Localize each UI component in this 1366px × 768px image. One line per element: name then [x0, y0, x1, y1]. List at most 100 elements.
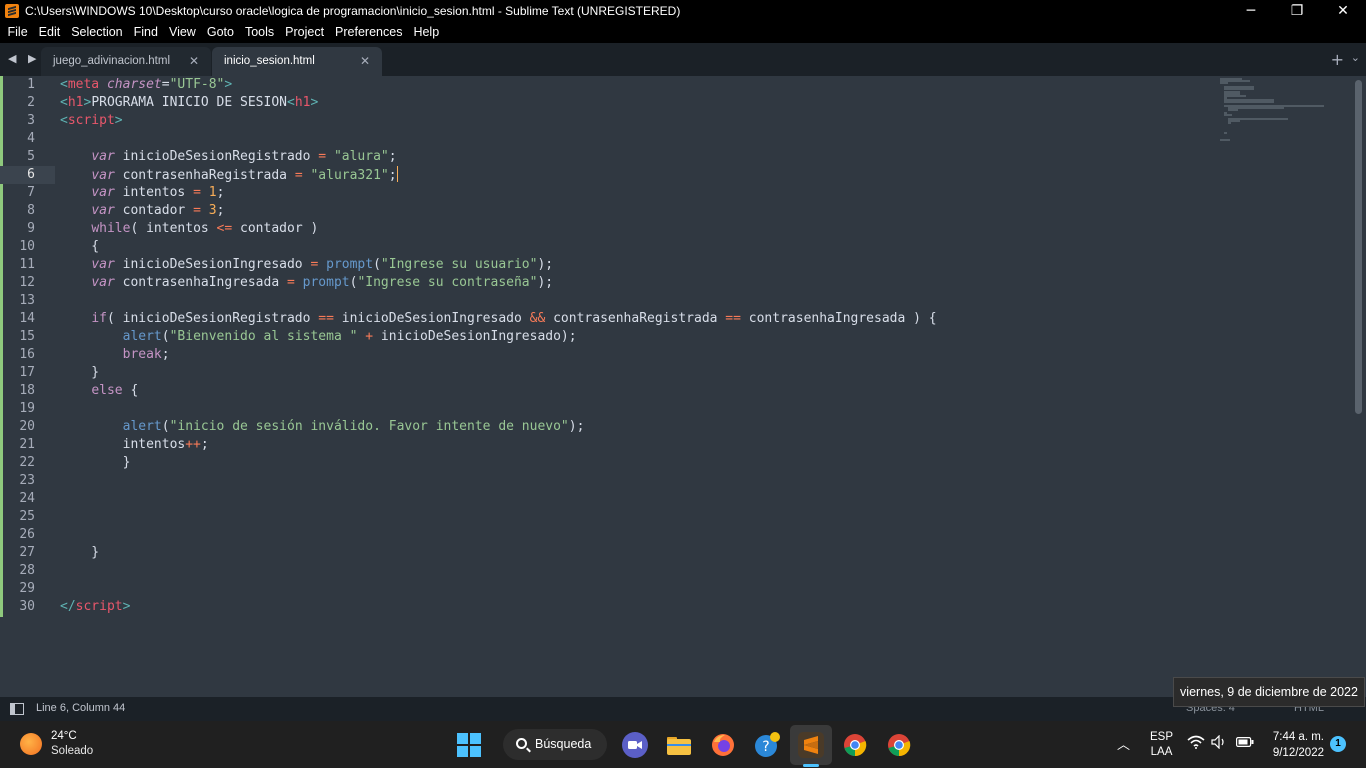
help-tips-icon[interactable]: ? [754, 732, 780, 758]
line-number: 19 [19, 401, 35, 416]
line-number: 14 [19, 311, 35, 326]
menu-tools[interactable]: Tools [239, 22, 279, 43]
date-tooltip: viernes, 9 de diciembre de 2022 [1173, 677, 1365, 707]
code-area[interactable]: <meta charset="UTF-8"> <h1>PROGRAMA INIC… [60, 76, 1210, 616]
code-line[interactable]: alert("inicio de sesión inválido. Favor … [60, 418, 1210, 436]
menu-project[interactable]: Project [280, 22, 330, 43]
tab-close-icon[interactable]: ✕ [189, 47, 199, 76]
code-line[interactable]: if( inicioDeSesionRegistrado == inicioDe… [60, 310, 1210, 328]
clock[interactable]: 7:44 a. m. 9/12/2022 [1268, 729, 1324, 761]
line-number-gutter: 1 2 3 4 5 6 7 8 9 10 11 12 13 14 15 16 17 18 19 20 21 22 23 24 2… [0, 76, 55, 616]
code-editor[interactable]: 1 2 3 4 5 6 7 8 9 10 11 12 13 14 15 16 17 18 19 20 21 22 23 24 2… [0, 76, 1366, 697]
code-line[interactable]: <meta charset="UTF-8"> [60, 76, 1210, 94]
maximize-button[interactable]: ❐ [1274, 0, 1320, 22]
code-line[interactable]: else { [60, 382, 1210, 400]
file-explorer-icon[interactable] [666, 732, 692, 758]
window-title: C:\Users\WINDOWS 10\Desktop\curso oracle… [25, 4, 681, 18]
menu-goto[interactable]: Goto [201, 22, 239, 43]
code-line[interactable]: while( intentos <= contador ) [60, 220, 1210, 238]
clock-time: 7:44 a. m. [1272, 731, 1324, 743]
code-line[interactable]: } [60, 454, 1210, 472]
menu-view[interactable]: View [163, 22, 201, 43]
line-number: 8 [27, 203, 35, 218]
code-line[interactable]: intentos++; [60, 436, 1210, 454]
code-line[interactable]: var contrasenhaRegistrada = "alura321"; [60, 166, 1210, 184]
weather-condition[interactable]: Soleado [51, 745, 93, 757]
menu-selection[interactable]: Selection [66, 22, 128, 43]
line-number: 1 [27, 77, 35, 92]
menu-help[interactable]: Help [408, 22, 445, 43]
code-line[interactable] [60, 508, 1210, 526]
code-line[interactable] [60, 526, 1210, 544]
tab-juego-adivinacion[interactable]: juego_adivinacion.html ✕ [41, 47, 211, 76]
wifi-icon[interactable] [1187, 735, 1205, 752]
battery-icon[interactable] [1236, 735, 1254, 751]
line-number: 24 [19, 491, 35, 506]
code-line[interactable]: <h1>PROGRAMA INICIO DE SESION<h1> [60, 94, 1210, 112]
line-number: 30 [19, 599, 35, 614]
line-number: 12 [19, 275, 35, 290]
sublime-text-icon [5, 4, 19, 18]
menu-find[interactable]: Find [128, 22, 163, 43]
tab-inicio-sesion[interactable]: inicio_sesion.html ✕ [212, 47, 382, 76]
code-line[interactable]: { [60, 238, 1210, 256]
notification-badge[interactable]: 1 [1330, 736, 1346, 752]
code-line[interactable] [60, 490, 1210, 508]
code-line[interactable]: var inicioDeSesionIngresado = prompt("In… [60, 256, 1210, 274]
line-number: 2 [27, 95, 35, 110]
tab-close-icon[interactable]: ✕ [360, 47, 370, 76]
minimize-button[interactable]: ─ [1228, 0, 1274, 22]
code-line[interactable]: var inicioDeSesionRegistrado = "alura"; [60, 148, 1210, 166]
sublime-text-taskbar-icon[interactable] [798, 732, 824, 758]
vertical-scrollbar[interactable] [1355, 80, 1362, 414]
minimap[interactable] [1220, 78, 1330, 141]
input-language[interactable]: ESP LAA [1150, 730, 1173, 760]
code-line[interactable] [60, 562, 1210, 580]
line-number: 25 [19, 509, 35, 524]
tab-bar: ◀ ▶ juego_adivinacion.html ✕ inicio_sesi… [0, 43, 1366, 76]
code-line[interactable]: var contrasenhaIngresada = prompt("Ingre… [60, 274, 1210, 292]
weather-temperature[interactable]: 24°C [51, 730, 77, 742]
search-label: Búsqueda [535, 737, 592, 751]
menu-preferences[interactable]: Preferences [330, 22, 408, 43]
sun-icon[interactable] [20, 733, 42, 755]
code-line[interactable]: } [60, 364, 1210, 382]
line-number: 16 [19, 347, 35, 362]
tab-nav-arrows[interactable]: ◀ ▶ [8, 52, 40, 65]
title-bar: C:\Users\WINDOWS 10\Desktop\curso oracle… [0, 0, 1366, 22]
menu-file[interactable]: File [2, 22, 33, 43]
teams-chat-icon[interactable] [622, 732, 648, 758]
chrome-icon[interactable] [842, 732, 868, 758]
line-number: 4 [27, 131, 35, 146]
toggle-panel-icon[interactable] [10, 703, 24, 715]
code-line[interactable] [60, 472, 1210, 490]
windows-start-icon[interactable] [456, 732, 482, 758]
status-bar: Line 6, Column 44 Spaces: 4 HTML [0, 697, 1366, 721]
code-line[interactable]: } [60, 544, 1210, 562]
line-number: 3 [27, 113, 35, 128]
volume-icon[interactable] [1211, 734, 1227, 752]
code-line[interactable] [60, 130, 1210, 148]
code-line[interactable]: var intentos = 1; [60, 184, 1210, 202]
code-line[interactable] [60, 580, 1210, 598]
menu-edit[interactable]: Edit [33, 22, 66, 43]
windows-taskbar: 24°C Soleado Búsqueda ? ︿ ESP LAA 7:44 a… [0, 721, 1366, 768]
code-line[interactable] [60, 292, 1210, 310]
code-line[interactable]: var contador = 3; [60, 202, 1210, 220]
show-hidden-icons-chevron-icon[interactable]: ︿ [1117, 734, 1130, 753]
close-button[interactable]: ✕ [1320, 0, 1366, 22]
firefox-icon[interactable] [710, 732, 736, 758]
tab-label: juego_adivinacion.html [53, 55, 170, 67]
line-number: 22 [19, 455, 35, 470]
code-line[interactable] [60, 400, 1210, 418]
tab-list-chevron-icon[interactable]: ⌄ [1351, 51, 1360, 64]
code-line[interactable]: <script> [60, 112, 1210, 130]
tab-label: inicio_sesion.html [224, 55, 315, 67]
new-tab-icon[interactable]: + [1331, 50, 1344, 69]
code-line[interactable]: break; [60, 346, 1210, 364]
code-line[interactable]: </script> [60, 598, 1210, 616]
code-line[interactable]: alert("Bienvenido al sistema " + inicioD… [60, 328, 1210, 346]
line-number: 17 [19, 365, 35, 380]
taskbar-search-button[interactable]: Búsqueda [503, 729, 607, 760]
chrome-profile-icon[interactable] [886, 732, 912, 758]
